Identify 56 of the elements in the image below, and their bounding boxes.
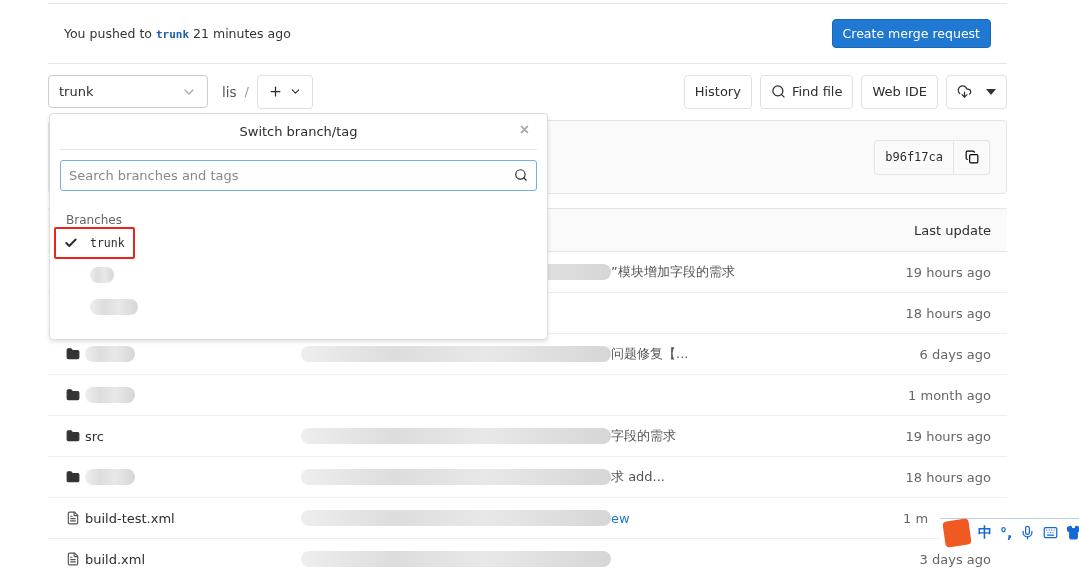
push-notice: You pushed to trunk 21 minutes ago — [64, 26, 291, 41]
update-time: 6 days ago — [918, 346, 991, 362]
create-merge-request-button[interactable]: Create merge request — [831, 19, 991, 48]
toolbar-button[interactable]: History — [683, 74, 752, 109]
file-name[interactable]: src — [85, 428, 104, 444]
file-name[interactable]: build-test.xml — [85, 510, 175, 526]
commit-message: 问题修复【... — [611, 345, 689, 363]
folder-icon — [66, 470, 80, 484]
download-button[interactable] — [946, 74, 1007, 109]
folder-icon — [66, 347, 80, 361]
ime-logo-icon — [942, 517, 972, 548]
column-header: Last update — [913, 222, 991, 238]
update-time: 19 hours ago — [904, 428, 991, 444]
redacted-text — [90, 267, 114, 283]
file-icon — [66, 552, 80, 566]
dropdown-title: Switch branch/tag — [239, 124, 358, 139]
keyboard-icon[interactable] — [1043, 525, 1059, 540]
search-field[interactable]: Search branches and tags — [60, 160, 537, 191]
redacted-text — [90, 299, 138, 315]
copy-button[interactable] — [954, 139, 990, 175]
ime-punctuation: °, — [1000, 524, 1013, 541]
redacted-text — [85, 387, 135, 403]
breadcrumb-link[interactable]: lis — [222, 83, 237, 100]
section-label: Branches — [66, 213, 123, 227]
redacted-text — [85, 469, 135, 485]
search-icon — [514, 168, 528, 182]
commit-message: ”模块增加字段的需求 — [611, 263, 735, 281]
update-time: 18 hours ago — [904, 305, 991, 321]
commit-link[interactable]: ew — [611, 510, 630, 526]
ime-mode: 中 — [978, 523, 992, 542]
caret-icon — [986, 88, 996, 95]
branch-item[interactable]: trunk — [54, 227, 135, 259]
shirt-icon[interactable] — [1066, 525, 1079, 540]
file-name[interactable]: build.xml — [85, 551, 146, 567]
microphone-icon[interactable] — [1020, 525, 1036, 540]
update-time: 18 hours ago — [904, 469, 991, 485]
redacted-text — [85, 346, 135, 362]
commit-sha: b96f17ca — [874, 139, 954, 175]
file-icon — [66, 511, 80, 525]
commit-message: 求 add... — [611, 468, 665, 486]
update-time: 3 days ago — [918, 551, 991, 567]
update-time: 1 m — [902, 510, 930, 526]
check-icon — [64, 236, 78, 250]
folder-icon — [66, 429, 80, 443]
cloud-download-icon — [957, 84, 972, 99]
update-time: 19 hours ago — [904, 264, 991, 280]
search-icon — [770, 84, 786, 99]
toolbar-button[interactable]: Web IDE — [861, 74, 938, 109]
breadcrumb-separator: / — [244, 84, 249, 99]
plus-icon — [267, 84, 283, 99]
copy-icon — [964, 150, 979, 164]
update-time: 1 month ago — [907, 387, 991, 403]
commit-message: 字段的需求 — [611, 427, 676, 445]
find-file-button[interactable]: Find file — [759, 74, 854, 109]
branch-select[interactable]: trunk — [48, 75, 208, 108]
folder-icon — [66, 388, 80, 402]
